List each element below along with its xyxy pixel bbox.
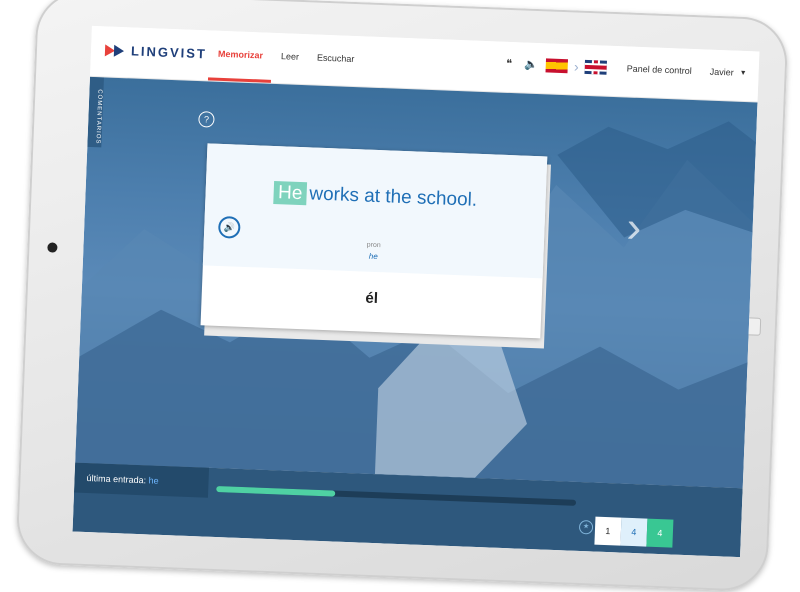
panel-de-control-link[interactable]: Panel de control xyxy=(627,63,692,75)
logo[interactable]: LINGVIST xyxy=(104,42,208,62)
counter-learning: 4 xyxy=(620,517,648,547)
flashcard[interactable]: He works at the school. 🔊 pron he él xyxy=(200,143,548,339)
nav-escuchar[interactable]: Escuchar xyxy=(307,34,364,86)
uk-flag-icon[interactable] xyxy=(584,59,607,75)
sentence-rest: works at the school. xyxy=(308,183,478,211)
user-menu[interactable]: Javier ▼ xyxy=(710,67,747,78)
example-sentence: He works at the school. xyxy=(205,179,546,214)
study-area: COMENTARIOS ? › He works at the school. 🔊… xyxy=(75,76,758,489)
comments-label: COMENTARIOS xyxy=(94,89,103,145)
nav-memorizar[interactable]: Memorizar xyxy=(207,30,273,83)
chevron-right-icon: › xyxy=(573,58,580,75)
last-entry: última entrada: he xyxy=(74,462,210,498)
speaker-icon[interactable]: 🔈 xyxy=(524,58,539,73)
word-counters: 1 4 4 xyxy=(594,516,674,548)
quote-icon[interactable]: ❝ xyxy=(502,57,517,72)
last-entry-word[interactable]: he xyxy=(148,475,158,485)
main-nav: Memorizar Leer Escuchar xyxy=(207,30,364,86)
counter-new: 1 xyxy=(594,516,622,546)
spain-flag-icon[interactable] xyxy=(545,58,569,74)
comments-sidebar-tab[interactable]: COMENTARIOS xyxy=(87,76,104,148)
camera-lens xyxy=(47,242,58,253)
logo-arrow-icon xyxy=(104,43,125,57)
progress-bar xyxy=(216,486,577,506)
logo-text: LINGVIST xyxy=(130,43,208,62)
next-arrow-icon[interactable]: › xyxy=(626,203,650,254)
chevron-down-icon: ▼ xyxy=(739,69,747,77)
nav-leer[interactable]: Leer xyxy=(271,33,309,84)
header-tools: ❝ 🔈 › Panel de control Javier ▼ xyxy=(502,56,747,81)
tablet-device: LINGVIST Memorizar Leer Escuchar ❝ 🔈 › P… xyxy=(15,0,789,592)
user-name: Javier xyxy=(709,66,734,78)
counter-learned: 4 xyxy=(646,518,674,548)
card-question-area: He works at the school. 🔊 pron he xyxy=(202,143,548,279)
flashcard-stack: He works at the school. 🔊 pron he él xyxy=(200,143,551,349)
last-entry-label: última entrada: xyxy=(86,473,147,486)
progress-fill xyxy=(216,486,336,497)
app-screen: LINGVIST Memorizar Leer Escuchar ❝ 🔈 › P… xyxy=(72,25,760,558)
medal-icon: ★ xyxy=(578,519,594,535)
highlighted-word: He xyxy=(273,181,307,206)
translation: él xyxy=(365,289,379,308)
